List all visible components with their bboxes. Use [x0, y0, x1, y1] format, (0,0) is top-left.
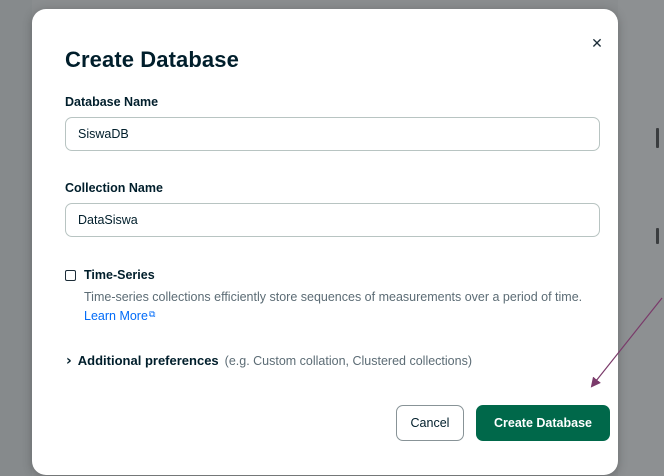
create-database-button[interactable]: Create Database [476, 405, 610, 441]
time-series-label: Time-Series [84, 268, 155, 282]
backdrop-detail [656, 228, 659, 244]
additional-preferences-label: Additional preferences [77, 353, 219, 368]
modal-title: Create Database [65, 47, 239, 72]
collection-name-input[interactable] [65, 203, 600, 237]
additional-preferences-hint: (e.g. Custom collation, Clustered collec… [224, 353, 472, 368]
cancel-button[interactable]: Cancel [396, 405, 464, 441]
learn-more-text: Learn More [84, 309, 148, 323]
additional-preferences-toggle[interactable]: › Additional preferences (e.g. Custom co… [66, 353, 472, 368]
time-series-checkbox[interactable] [65, 269, 76, 281]
time-series-description: Time-series collections efficiently stor… [84, 288, 604, 325]
database-name-input[interactable] [65, 117, 600, 151]
time-series-description-text: Time-series collections efficiently stor… [84, 290, 583, 304]
close-icon[interactable]: ✕ [590, 37, 604, 51]
backdrop-left [0, 0, 32, 476]
learn-more-link[interactable]: Learn More⧉ [84, 309, 155, 323]
create-database-modal: ✕ Create Database Database Name Collecti… [32, 9, 618, 475]
collection-name-label: Collection Name [65, 181, 163, 195]
database-name-label: Database Name [65, 95, 159, 109]
external-link-icon: ⧉ [148, 310, 156, 320]
time-series-option[interactable]: Time-Series [65, 268, 155, 282]
chevron-right-icon: › [66, 352, 72, 369]
backdrop-detail [656, 128, 659, 148]
